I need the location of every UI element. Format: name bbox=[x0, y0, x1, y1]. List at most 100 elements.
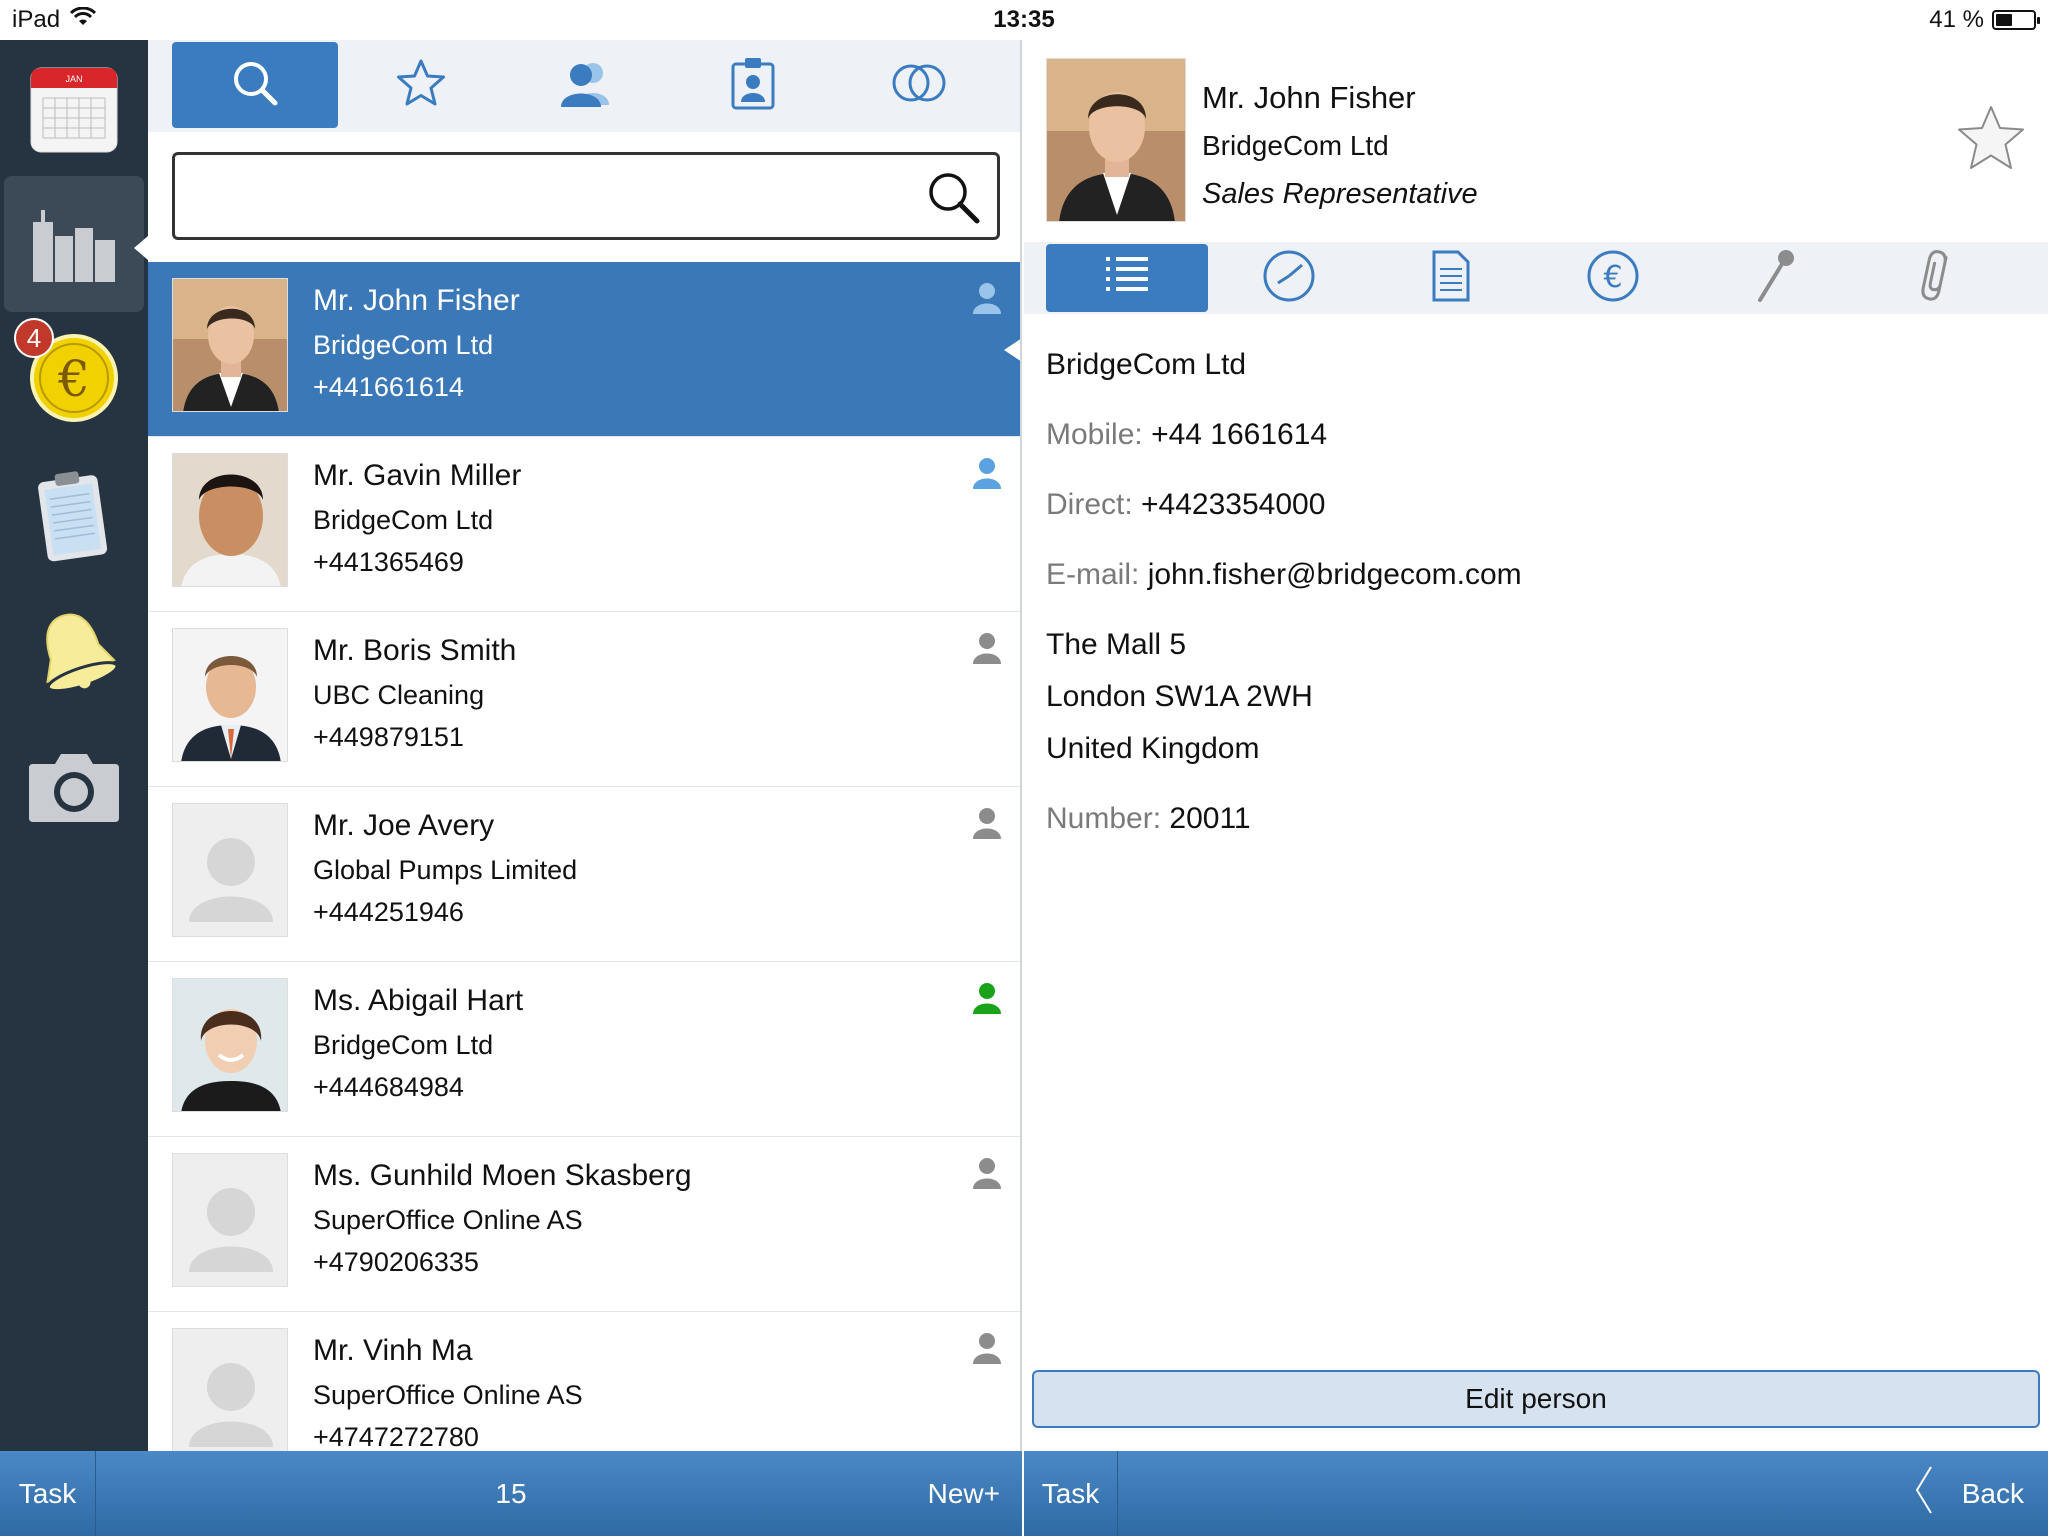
selection-pointer bbox=[1004, 338, 1020, 362]
contact-photo bbox=[172, 628, 288, 762]
person-icon bbox=[972, 1157, 1002, 1194]
tab-details[interactable] bbox=[1046, 244, 1208, 312]
contact-company: BridgeCom Ltd bbox=[313, 330, 494, 360]
contact-photo bbox=[172, 278, 288, 412]
contact-phone: +4747272780 bbox=[313, 1422, 479, 1451]
back-label: Back bbox=[1961, 1477, 2024, 1509]
search-icon[interactable] bbox=[925, 169, 981, 230]
address-line-2: London SW1A 2WH bbox=[1046, 680, 1313, 713]
contact-row[interactable]: Mr. Joe Avery Global Pumps Limited +4442… bbox=[148, 787, 1020, 962]
contact-company: SuperOffice Online AS bbox=[313, 1380, 583, 1410]
document-icon bbox=[1431, 249, 1471, 308]
euro-icon: € bbox=[1586, 249, 1640, 308]
battery-icon bbox=[1992, 10, 2040, 30]
person-icon bbox=[972, 982, 1002, 1019]
contact-list-panel: Mr. John Fisher BridgeCom Ltd +441661614… bbox=[148, 40, 1022, 1451]
person-icon bbox=[972, 282, 1002, 319]
search-icon bbox=[230, 58, 280, 113]
bell-icon bbox=[29, 604, 119, 701]
tab-sales[interactable]: € bbox=[1532, 244, 1694, 312]
contact-row[interactable]: Mr. Boris Smith UBC Cleaning +449879151 bbox=[148, 612, 1020, 787]
person-company: BridgeCom Ltd bbox=[1202, 130, 1389, 161]
new-button[interactable]: New+ bbox=[928, 1451, 1000, 1536]
rail-camera[interactable] bbox=[0, 720, 148, 856]
contact-photo bbox=[172, 978, 288, 1112]
search-input[interactable] bbox=[189, 173, 889, 221]
task-button[interactable]: Task bbox=[0, 1451, 96, 1536]
chevron-left-icon bbox=[1914, 1465, 1934, 1522]
rail-tasks[interactable] bbox=[0, 448, 148, 584]
contact-name: Mr. Vinh Ma bbox=[313, 1334, 473, 1367]
email-label: E-mail: bbox=[1046, 558, 1140, 591]
task-button[interactable]: Task bbox=[1024, 1451, 1118, 1536]
svg-text:€: € bbox=[57, 350, 90, 408]
direct-value: +4423354000 bbox=[1141, 488, 1326, 521]
detail-mobile[interactable]: Mobile: +44 1661614 bbox=[1046, 418, 1327, 452]
contact-row[interactable]: Ms. Abigail Hart BridgeCom Ltd +44468498… bbox=[148, 962, 1020, 1137]
contact-name: Mr. Gavin Miller bbox=[313, 459, 522, 492]
person-icon bbox=[972, 1332, 1002, 1369]
list-bottom-bar: 15 Task New+ bbox=[0, 1451, 1022, 1536]
detail-bottom-bar: Task Back bbox=[1024, 1451, 2048, 1536]
tab-relations[interactable] bbox=[836, 42, 1002, 128]
contact-company: SuperOffice Online AS bbox=[313, 1205, 583, 1235]
contact-name: Mr. Boris Smith bbox=[313, 634, 517, 667]
camera-icon bbox=[27, 748, 121, 829]
person-name: Mr. John Fisher bbox=[1202, 80, 1416, 115]
contact-company: UBC Cleaning bbox=[313, 680, 485, 710]
back-button[interactable]: Back bbox=[1914, 1451, 2024, 1536]
edit-person-button[interactable]: Edit person bbox=[1032, 1370, 2040, 1428]
pin-icon bbox=[1752, 248, 1798, 309]
detail-company: BridgeCom Ltd bbox=[1046, 348, 1247, 381]
paperclip-icon bbox=[1920, 248, 1954, 309]
notification-badge: 4 bbox=[14, 318, 54, 358]
calendar-icon: JAN bbox=[29, 64, 119, 161]
buildings-icon bbox=[31, 202, 117, 287]
rail-sales[interactable]: € 4 bbox=[0, 312, 148, 448]
contact-company: Global Pumps Limited bbox=[313, 855, 578, 885]
favorite-star-icon[interactable] bbox=[1956, 104, 2026, 177]
tab-projects[interactable] bbox=[1694, 244, 1856, 312]
app-rail: JAN € 4 bbox=[0, 40, 148, 1451]
people-icon bbox=[557, 59, 617, 112]
contact-name: Mr. John Fisher bbox=[313, 284, 520, 317]
tab-contacts[interactable] bbox=[504, 42, 670, 128]
contact-row[interactable]: Mr. Vinh Ma SuperOffice Online AS +47472… bbox=[148, 1312, 1020, 1451]
contact-row[interactable]: Mr. John Fisher BridgeCom Ltd +441661614 bbox=[148, 262, 1020, 437]
rail-notifications[interactable] bbox=[0, 584, 148, 720]
detail-number: Number: 20011 bbox=[1046, 802, 1251, 836]
contact-phone: +444251946 bbox=[313, 897, 464, 927]
person-photo bbox=[1046, 58, 1186, 222]
tab-person-card[interactable] bbox=[670, 42, 836, 128]
tab-attachments[interactable] bbox=[1856, 244, 2018, 312]
person-icon bbox=[972, 807, 1002, 844]
contact-name: Ms. Gunhild Moen Skasberg bbox=[313, 1159, 692, 1192]
email-value: john.fisher@bridgecom.com bbox=[1147, 558, 1522, 591]
rail-companies[interactable] bbox=[4, 176, 148, 312]
clock-icon bbox=[1262, 249, 1316, 308]
tab-favorites[interactable] bbox=[338, 42, 504, 128]
address-line-3: United Kingdom bbox=[1046, 732, 1260, 765]
result-count: 15 bbox=[495, 1477, 527, 1509]
contact-row[interactable]: Ms. Gunhild Moen Skasberg SuperOffice On… bbox=[148, 1137, 1020, 1312]
tab-search[interactable] bbox=[172, 42, 338, 128]
circles-icon bbox=[891, 59, 947, 112]
person-detail-panel: Mr. John Fisher BridgeCom Ltd Sales Repr… bbox=[1024, 40, 2048, 1451]
person-title: Sales Representative bbox=[1202, 178, 1478, 210]
star-icon bbox=[395, 58, 447, 113]
tab-activities[interactable] bbox=[1208, 244, 1370, 312]
contact-phone: +441661614 bbox=[313, 372, 464, 402]
tab-documents[interactable] bbox=[1370, 244, 1532, 312]
rail-calendar[interactable]: JAN bbox=[0, 44, 148, 180]
contact-list: Mr. John Fisher BridgeCom Ltd +441661614… bbox=[148, 262, 1020, 1451]
number-value: 20011 bbox=[1169, 802, 1251, 835]
number-label: Number: bbox=[1046, 802, 1162, 835]
contact-row[interactable]: Mr. Gavin Miller BridgeCom Ltd +44136546… bbox=[148, 437, 1020, 612]
direct-label: Direct: bbox=[1046, 488, 1133, 521]
mobile-value: +44 1661614 bbox=[1151, 418, 1328, 451]
detail-email[interactable]: E-mail: john.fisher@bridgecom.com bbox=[1046, 558, 1522, 592]
contact-name: Ms. Abigail Hart bbox=[313, 984, 524, 1017]
list-icon bbox=[1104, 253, 1150, 304]
detail-direct[interactable]: Direct: +4423354000 bbox=[1046, 488, 1325, 522]
contact-photo-placeholder bbox=[172, 803, 288, 937]
